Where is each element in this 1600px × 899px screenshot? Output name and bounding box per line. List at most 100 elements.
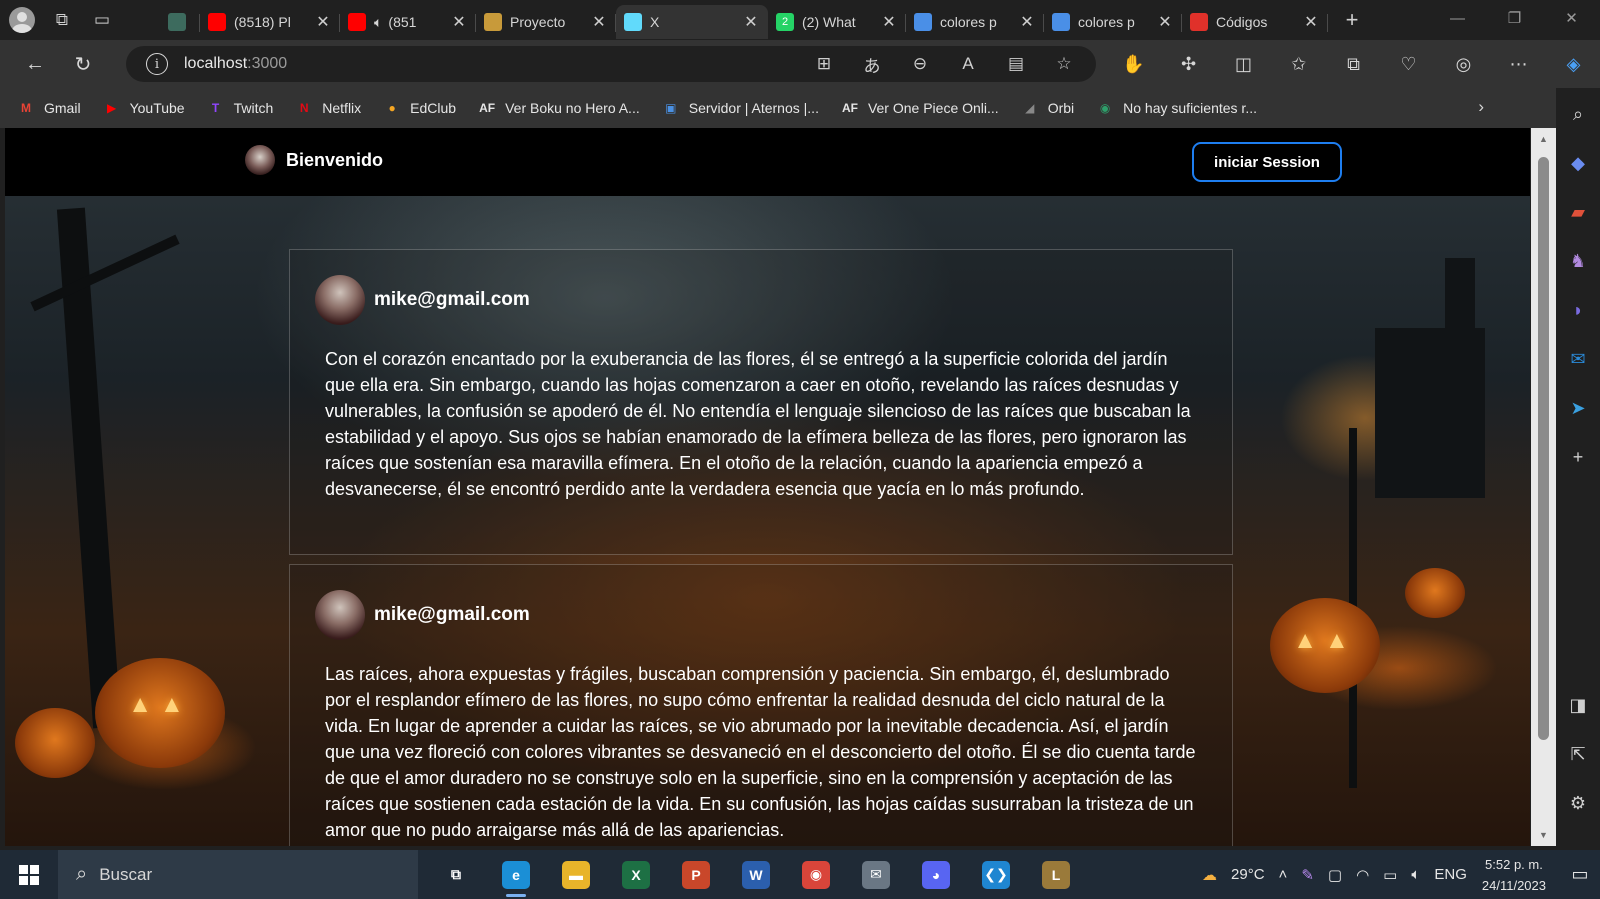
- vertical-tabs-icon[interactable]: ▭: [84, 2, 120, 38]
- extensions-icon[interactable]: ✣: [1161, 54, 1216, 75]
- tools-icon[interactable]: ▰: [1562, 196, 1594, 228]
- login-button[interactable]: iniciar Session: [1192, 142, 1342, 182]
- browser-tab[interactable]: 2 (2) What ✕: [768, 5, 906, 39]
- adblock-extension-icon[interactable]: ✋: [1106, 54, 1161, 75]
- games-icon[interactable]: ♞: [1562, 245, 1594, 277]
- scrollbar-thumb[interactable]: [1538, 157, 1549, 740]
- immersive-reader-icon[interactable]: ▤: [992, 54, 1040, 74]
- close-window-icon[interactable]: ✕: [1543, 0, 1600, 40]
- author-avatar[interactable]: [315, 590, 365, 640]
- close-tab-icon[interactable]: ✕: [314, 12, 332, 32]
- taskbar-app-button[interactable]: ⧉: [426, 850, 486, 899]
- address-bar[interactable]: i localhost:3000 ⊞ あ ⊖ A ▤ ☆: [126, 46, 1096, 82]
- close-tab-icon[interactable]: ✕: [450, 12, 468, 32]
- translate-icon[interactable]: あ: [848, 52, 896, 77]
- browser-tab[interactable]: colores p ✕: [1044, 5, 1182, 39]
- scroll-down-icon[interactable]: ▼: [1531, 830, 1556, 840]
- favorite-star-icon[interactable]: ☆: [1040, 54, 1088, 74]
- post-author[interactable]: mike@gmail.com: [374, 289, 530, 311]
- pen-icon[interactable]: ✎: [1301, 866, 1314, 884]
- taskbar-app-button[interactable]: ▬: [546, 850, 606, 899]
- bookmark-item[interactable]: ▣ Servidor | Aternos |...: [662, 99, 819, 117]
- collections-icon[interactable]: ⧉: [1326, 54, 1381, 75]
- add-sidebar-app-icon[interactable]: +: [1562, 441, 1594, 473]
- taskbar-app-button[interactable]: ◕: [906, 850, 966, 899]
- weather-icon[interactable]: ☁: [1202, 866, 1217, 884]
- browser-tab[interactable]: 🔈︎ (851 ✕: [340, 5, 476, 39]
- taskbar-app-button[interactable]: ❮❯: [966, 850, 1026, 899]
- back-icon[interactable]: ←: [15, 44, 55, 84]
- office-icon[interactable]: ◗: [1562, 294, 1594, 326]
- browser-tab[interactable]: Códigos ✕: [1182, 5, 1328, 39]
- tab-audio-icon[interactable]: 🔈︎: [374, 14, 382, 31]
- split-screen-icon[interactable]: ◫: [1216, 54, 1271, 75]
- taskbar-app-button[interactable]: e: [486, 850, 546, 899]
- volume-icon[interactable]: 🔈︎: [1411, 866, 1420, 883]
- new-tab-button[interactable]: +: [1334, 7, 1370, 33]
- taskbar-search[interactable]: ⌕ Buscar: [58, 850, 418, 899]
- notifications-icon[interactable]: ▭: [1560, 864, 1600, 885]
- bookmarks-more-icon[interactable]: ›: [1478, 97, 1484, 117]
- minimize-icon[interactable]: —: [1429, 0, 1486, 40]
- favorites-icon[interactable]: ✩: [1271, 54, 1326, 75]
- bookmark-item[interactable]: AF Ver One Piece Onli...: [841, 99, 999, 117]
- bookmark-item[interactable]: AF Ver Boku no Hero A...: [478, 99, 640, 117]
- wifi-icon[interactable]: ◠: [1356, 866, 1369, 884]
- taskbar-app-button[interactable]: L: [1026, 850, 1086, 899]
- browser-tab[interactable]: X ✕: [616, 5, 768, 39]
- language-indicator[interactable]: ENG: [1434, 866, 1467, 883]
- close-tab-icon[interactable]: ✕: [1156, 12, 1174, 32]
- bookmark-item[interactable]: N Netflix: [295, 99, 361, 117]
- hide-sidebar-icon[interactable]: ◨: [1562, 689, 1594, 721]
- bookmark-item[interactable]: ▶ YouTube: [103, 99, 185, 117]
- sidebar-search-icon[interactable]: ⌕: [1562, 98, 1594, 130]
- taskbar-app-button[interactable]: X: [606, 850, 666, 899]
- sidebar-settings-icon[interactable]: ⚙: [1562, 787, 1594, 819]
- reload-icon[interactable]: ↻: [63, 44, 103, 84]
- browser-tab[interactable]: Proyecto ✕: [476, 5, 616, 39]
- browser-essentials-icon[interactable]: ♡: [1381, 54, 1436, 75]
- taskbar-app-button[interactable]: ◉: [786, 850, 846, 899]
- meet-icon[interactable]: ▢: [1328, 866, 1342, 884]
- zoom-out-icon[interactable]: ⊖: [896, 54, 944, 74]
- browser-tab[interactable]: [160, 5, 200, 39]
- outlook-icon[interactable]: ✉: [1562, 343, 1594, 375]
- performance-icon[interactable]: ◎: [1436, 54, 1491, 75]
- browser-tab[interactable]: colores p ✕: [906, 5, 1044, 39]
- author-avatar[interactable]: [315, 275, 365, 325]
- bookmark-item[interactable]: ● EdClub: [383, 99, 457, 117]
- start-button[interactable]: [0, 850, 58, 899]
- bookmark-item[interactable]: ◢ Orbi: [1021, 99, 1074, 117]
- bookmark-item[interactable]: ◉ No hay suficientes r...: [1096, 99, 1257, 117]
- close-tab-icon[interactable]: ✕: [590, 12, 608, 32]
- close-tab-icon[interactable]: ✕: [1302, 12, 1320, 32]
- restore-icon[interactable]: ❐: [1486, 0, 1543, 40]
- clock[interactable]: 5:52 p. m. 24/11/2023: [1482, 854, 1546, 896]
- bookmark-item[interactable]: T Twitch: [207, 99, 273, 117]
- close-tab-icon[interactable]: ✕: [880, 12, 898, 32]
- browser-tab[interactable]: (8518) Pl ✕: [200, 5, 340, 39]
- taskbar-app-button[interactable]: W: [726, 850, 786, 899]
- drop-icon[interactable]: ➤: [1562, 392, 1594, 424]
- taskbar-app-button[interactable]: P: [666, 850, 726, 899]
- taskbar-app-button[interactable]: ✉: [846, 850, 906, 899]
- shopping-icon[interactable]: ◆: [1562, 147, 1594, 179]
- post-author[interactable]: mike@gmail.com: [374, 604, 530, 626]
- close-tab-icon[interactable]: ✕: [1018, 12, 1036, 32]
- site-info-icon[interactable]: i: [146, 53, 168, 75]
- profile-button[interactable]: [4, 2, 40, 38]
- weather-temp[interactable]: 29°C: [1231, 866, 1265, 883]
- open-external-icon[interactable]: ⇱: [1562, 738, 1594, 770]
- scroll-up-icon[interactable]: ▲: [1531, 134, 1556, 144]
- battery-icon[interactable]: ▭: [1383, 866, 1397, 884]
- read-aloud-icon[interactable]: A: [944, 54, 992, 74]
- workspaces-icon[interactable]: ⧉: [44, 2, 80, 38]
- show-hidden-icons-icon[interactable]: ˄: [1279, 866, 1288, 883]
- copilot-icon[interactable]: ◈: [1546, 54, 1600, 75]
- url-text[interactable]: localhost:3000: [184, 55, 287, 73]
- apps-icon[interactable]: ⊞: [800, 54, 848, 74]
- bookmark-item[interactable]: M Gmail: [17, 99, 81, 117]
- close-tab-icon[interactable]: ✕: [742, 12, 760, 32]
- page-scrollbar[interactable]: ▲ ▼: [1531, 128, 1556, 846]
- more-menu-icon[interactable]: ⋯: [1491, 54, 1546, 75]
